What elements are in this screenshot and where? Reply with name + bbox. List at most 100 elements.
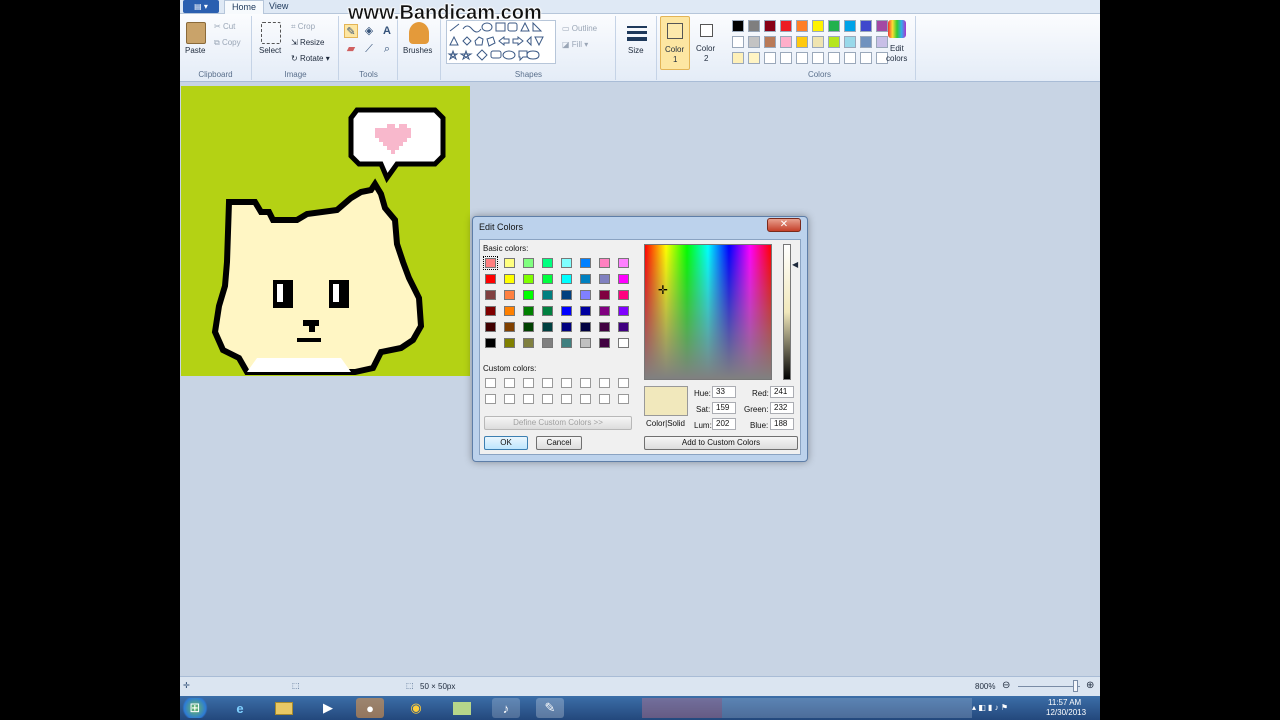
luminosity-arrow-icon[interactable]: ◀: [792, 260, 798, 269]
paste-button[interactable]: Paste: [185, 46, 205, 55]
select-button[interactable]: Select: [259, 46, 281, 55]
zoom-in-button[interactable]: ⊕: [1086, 680, 1094, 691]
basic-color-swatch[interactable]: [599, 274, 610, 284]
color2-button[interactable]: Color 2: [692, 16, 722, 70]
folder2-icon[interactable]: [448, 698, 476, 718]
basic-color-swatch[interactable]: [599, 322, 610, 332]
custom-color-swatch[interactable]: [542, 378, 553, 388]
paint-menu-button[interactable]: ▤ ▾: [183, 0, 219, 13]
basic-color-swatch[interactable]: [483, 256, 498, 270]
basic-color-swatch[interactable]: [542, 338, 553, 348]
basic-color-swatch[interactable]: [599, 338, 610, 348]
copy-button[interactable]: ⧉ Copy: [214, 38, 241, 48]
basic-color-swatch[interactable]: [561, 274, 572, 284]
lum-field[interactable]: 202: [712, 418, 736, 430]
palette-swatch[interactable]: [796, 20, 808, 32]
basic-color-swatch[interactable]: [580, 258, 591, 268]
basic-color-swatch[interactable]: [504, 338, 515, 348]
palette-swatch[interactable]: [844, 36, 856, 48]
basic-color-swatch[interactable]: [504, 290, 515, 300]
palette-swatch[interactable]: [812, 36, 824, 48]
palette-swatch[interactable]: [764, 52, 776, 64]
shapes-gallery[interactable]: [446, 20, 556, 64]
sat-field[interactable]: 159: [712, 402, 736, 414]
paste-icon[interactable]: [186, 22, 206, 44]
basic-color-swatch[interactable]: [618, 338, 629, 348]
zoom-out-button[interactable]: ⊖: [1002, 680, 1010, 691]
cut-button[interactable]: ✂ Cut: [214, 22, 235, 31]
basic-color-swatch[interactable]: [523, 258, 534, 268]
basic-color-swatch[interactable]: [542, 322, 553, 332]
basic-color-swatch[interactable]: [618, 274, 629, 284]
color1-button[interactable]: Color 1: [660, 16, 690, 70]
select-icon[interactable]: [261, 22, 281, 44]
basic-color-swatch[interactable]: [561, 306, 572, 316]
palette-swatch[interactable]: [812, 20, 824, 32]
basic-color-swatch[interactable]: [523, 338, 534, 348]
basic-color-swatch[interactable]: [542, 290, 553, 300]
size-group[interactable]: Size: [617, 16, 657, 80]
basic-color-swatch[interactable]: [523, 290, 534, 300]
crop-button[interactable]: ⌗ Crop: [291, 22, 315, 32]
custom-color-swatch[interactable]: [504, 378, 515, 388]
basic-color-swatch[interactable]: [485, 322, 496, 332]
zoom-slider-thumb[interactable]: [1073, 680, 1078, 692]
basic-color-swatch[interactable]: [618, 258, 629, 268]
basic-color-swatch[interactable]: [561, 290, 572, 300]
basic-color-swatch[interactable]: [523, 322, 534, 332]
hue-field[interactable]: 33: [712, 386, 736, 398]
basic-color-swatch[interactable]: [580, 322, 591, 332]
palette-swatch[interactable]: [860, 36, 872, 48]
basic-color-swatch[interactable]: [599, 290, 610, 300]
custom-color-swatch[interactable]: [485, 378, 496, 388]
palette-swatch[interactable]: [860, 20, 872, 32]
custom-color-swatch[interactable]: [485, 394, 496, 404]
palette-swatch[interactable]: [780, 36, 792, 48]
basic-color-swatch[interactable]: [561, 338, 572, 348]
resize-button[interactable]: ⇲ Resize: [291, 38, 324, 47]
text-icon[interactable]: A: [380, 24, 394, 38]
custom-color-swatch[interactable]: [580, 378, 591, 388]
start-button-icon[interactable]: ⊞: [180, 698, 210, 718]
palette-swatch[interactable]: [732, 52, 744, 64]
pencil-icon[interactable]: ✎: [344, 24, 358, 38]
chrome-icon[interactable]: ◉: [402, 698, 430, 718]
palette-swatch[interactable]: [860, 52, 872, 64]
color-spectrum[interactable]: ✛: [644, 244, 772, 380]
basic-color-swatch[interactable]: [485, 274, 496, 284]
palette-swatch[interactable]: [764, 20, 776, 32]
custom-color-swatch[interactable]: [599, 378, 610, 388]
basic-color-swatch[interactable]: [618, 290, 629, 300]
basic-color-swatch[interactable]: [485, 338, 496, 348]
basic-color-swatch[interactable]: [504, 322, 515, 332]
color-picker-icon[interactable]: ⟋: [362, 42, 376, 56]
palette-swatch[interactable]: [732, 36, 744, 48]
basic-color-swatch[interactable]: [504, 258, 515, 268]
cancel-button[interactable]: Cancel: [536, 436, 582, 450]
tab-home[interactable]: Home: [224, 0, 265, 14]
palette-swatch[interactable]: [844, 20, 856, 32]
green-field[interactable]: 232: [770, 402, 794, 414]
fill-icon[interactable]: ◈: [362, 24, 376, 38]
palette-swatch[interactable]: [812, 52, 824, 64]
eraser-icon[interactable]: ▰: [344, 42, 358, 56]
basic-color-swatch[interactable]: [561, 322, 572, 332]
folder-icon[interactable]: [270, 698, 298, 718]
magnifier-icon[interactable]: ⌕: [380, 42, 394, 56]
define-custom-colors-button[interactable]: Define Custom Colors >>: [484, 416, 632, 430]
zoom-slider[interactable]: [1018, 686, 1080, 687]
itunes-icon[interactable]: ♪: [492, 698, 520, 718]
custom-color-swatch[interactable]: [542, 394, 553, 404]
basic-color-swatch[interactable]: [599, 306, 610, 316]
add-to-custom-colors-button[interactable]: Add to Custom Colors: [644, 436, 798, 450]
basic-color-swatch[interactable]: [618, 306, 629, 316]
basic-color-swatch[interactable]: [485, 306, 496, 316]
basic-color-swatch[interactable]: [542, 306, 553, 316]
basic-color-swatch[interactable]: [542, 274, 553, 284]
basic-color-swatch[interactable]: [580, 290, 591, 300]
palette-swatch[interactable]: [764, 36, 776, 48]
drawing-canvas[interactable]: [181, 86, 470, 376]
custom-color-swatch[interactable]: [523, 378, 534, 388]
palette-swatch[interactable]: [732, 20, 744, 32]
custom-color-swatch[interactable]: [618, 378, 629, 388]
